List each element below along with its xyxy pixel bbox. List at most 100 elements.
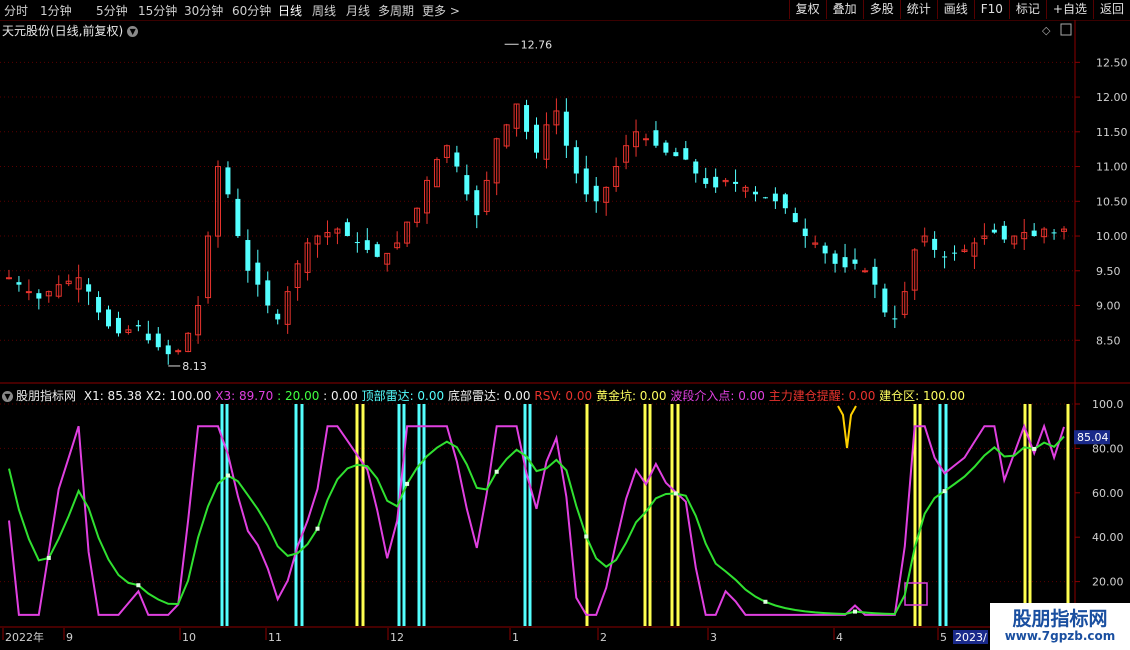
indicator-field-2: X3: 89.70 (215, 389, 278, 403)
candle-down (713, 176, 719, 188)
diamond-icon: ◇ (1042, 24, 1051, 37)
price-tick-label: 12.50 (1096, 56, 1128, 69)
candle-down (762, 197, 768, 199)
candle-up (5, 277, 12, 280)
date-label: 5 (940, 631, 947, 644)
price-tick-label: 11.50 (1096, 126, 1128, 139)
candle-down (563, 111, 569, 146)
indicator-field-5: 顶部雷达: 0.00 (361, 389, 448, 403)
candle-down (733, 181, 739, 184)
candle-down (135, 325, 141, 327)
candle-down (155, 333, 161, 348)
panel-toggle-icon (1060, 23, 1072, 36)
indicator-field-8: 黄金坑: 0.00 (595, 389, 671, 403)
candle-down (235, 198, 241, 237)
candle-down (165, 345, 171, 355)
candle-down (1001, 225, 1007, 240)
candle-up (25, 291, 32, 294)
candle-down (842, 257, 848, 268)
x1-marker (494, 469, 499, 474)
candle-down (593, 185, 599, 202)
date-label: 3 (710, 631, 717, 644)
date-label: 4 (836, 631, 843, 644)
date-label: 1 (512, 631, 519, 644)
candle-down (752, 191, 758, 195)
price-tick-label: 11.00 (1096, 161, 1128, 174)
candle-down (663, 142, 669, 153)
candle-down (892, 318, 898, 320)
candle-down (474, 190, 480, 216)
candle-down (852, 259, 858, 264)
x1-marker (46, 555, 51, 560)
x1-marker (853, 609, 858, 614)
low-price-label: 8.13 (182, 360, 207, 373)
entry-zone-dip (837, 405, 857, 449)
candle-down (991, 229, 997, 233)
candle-down (1031, 230, 1037, 237)
date-label: 10 (182, 631, 196, 644)
candle-down (772, 193, 778, 202)
candle-down (245, 240, 251, 271)
price-tick-label: 10.00 (1096, 230, 1128, 243)
indicator-tick-label: 80.00 (1092, 442, 1124, 455)
indicator-tick-label: 20.00 (1092, 576, 1124, 589)
indicator-tick-label: 60.00 (1092, 487, 1124, 500)
date-label: 9 (66, 631, 73, 644)
date-label: 2022年 (5, 630, 44, 644)
candle-down (344, 222, 350, 237)
indicator-field-4: : 0.00 (323, 389, 362, 403)
candle-down (16, 282, 22, 285)
indicator-field-3: : 20.00 (277, 389, 324, 403)
indicator-tick-label: 100.0 (1092, 398, 1124, 411)
candle-up (861, 270, 868, 273)
watermark-logo: 股朋指标网 www.7gpzb.com (990, 603, 1130, 650)
kline-chart-canvas[interactable]: 12.50 12.00 11.50 11.00 10.50 10.00 9.50 9.00 8.… (0, 0, 1130, 650)
candle-down (255, 262, 261, 285)
current-date-label: 2023/ (955, 631, 987, 644)
candle-down (802, 228, 808, 237)
date-label: 11 (268, 631, 282, 644)
candle-down (683, 148, 689, 160)
candle-down (952, 252, 958, 254)
x1-marker (225, 473, 230, 478)
candle-down (145, 333, 151, 341)
candle-down (932, 238, 938, 250)
watermark-url: www.7gpzb.com (1004, 629, 1116, 643)
candle-down (115, 317, 121, 334)
candle-down (1051, 232, 1057, 234)
candle-down (534, 124, 539, 153)
price-tick-label: 8.50 (1096, 334, 1121, 347)
candle-down (693, 161, 699, 174)
candle-down (86, 284, 92, 292)
x1-marker (136, 583, 141, 588)
x1-marker (942, 489, 947, 494)
chevron-down-icon[interactable]: ▼ (2, 391, 13, 402)
price-tick-label: 12.00 (1096, 91, 1128, 104)
candle-down (882, 288, 888, 313)
indicator-name: 股朋指标网 (16, 389, 77, 403)
candle-down (106, 309, 112, 327)
candle-down (265, 280, 271, 306)
candle-down (832, 253, 838, 264)
x1-marker (405, 481, 410, 486)
candle-down (653, 130, 659, 146)
high-price-label: 12.76 (521, 38, 553, 51)
candle-down (36, 293, 42, 299)
candle-up (175, 350, 182, 353)
price-tick-label: 10.50 (1096, 195, 1128, 208)
current-value-label: 85.04 (1077, 431, 1109, 444)
x1-marker (584, 534, 589, 539)
candle-down (275, 313, 281, 320)
candle-down (583, 168, 589, 195)
candle-down (942, 256, 948, 258)
candle-down (96, 297, 102, 313)
x1-marker (315, 526, 320, 531)
watermark-title: 股朋指标网 (1012, 608, 1108, 630)
indicator-field-11: 建仓区: 100.00 (879, 389, 966, 403)
candle-down (792, 213, 798, 223)
candle-down (524, 105, 530, 132)
indicator-field-0: X1: 85.38 (83, 389, 146, 403)
candle-down (374, 244, 380, 257)
price-tick-label: 9.00 (1096, 300, 1121, 313)
candle-down (782, 194, 788, 209)
